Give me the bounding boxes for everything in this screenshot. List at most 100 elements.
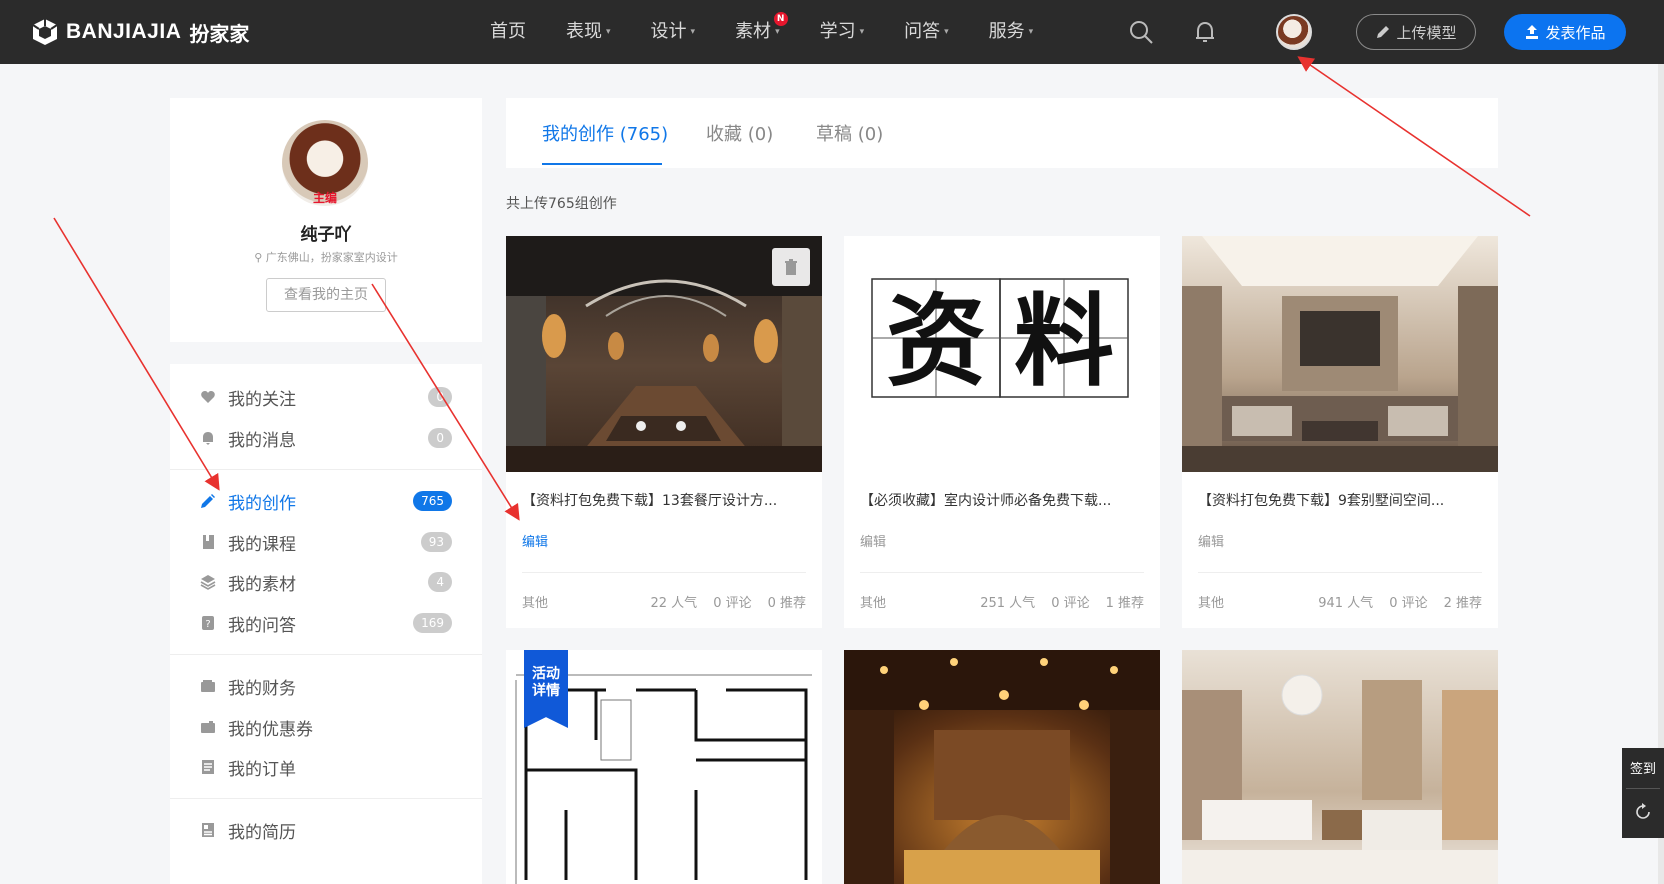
chevron-down-icon: ▾ bbox=[690, 27, 696, 37]
edit-link[interactable]: 编辑 bbox=[1198, 531, 1224, 550]
upload-icon bbox=[1526, 25, 1539, 39]
creation-card[interactable]: 【资料打包免费下载】9套别墅间空间... 编辑 其他 941 人气 0 评论 2… bbox=[1182, 236, 1498, 628]
pencil-icon bbox=[1377, 26, 1390, 38]
chevron-down-icon: ▾ bbox=[775, 27, 780, 37]
living-room-thumbnail[interactable] bbox=[1182, 650, 1498, 884]
svg-text:?: ? bbox=[205, 619, 210, 630]
chevron-down-icon: ▾ bbox=[1028, 27, 1034, 37]
logo-text-cn: 扮家家 bbox=[189, 21, 250, 46]
upload-model-button[interactable]: 上传模型 bbox=[1356, 14, 1476, 50]
card-stats: 其他 22 人气 0 评论 0 推荐 bbox=[522, 592, 806, 611]
card-divider bbox=[860, 572, 1144, 573]
card-category: 其他 bbox=[522, 596, 549, 611]
heart-icon bbox=[201, 391, 215, 403]
coupon-icon bbox=[201, 721, 215, 733]
tab-my-creations[interactable]: 我的创作 (765) bbox=[542, 120, 668, 146]
creation-card[interactable]: 活动 详情 bbox=[506, 650, 822, 884]
card-comments: 0 评论 bbox=[1051, 596, 1090, 611]
edit-link[interactable]: 编辑 bbox=[860, 531, 886, 550]
creation-card[interactable]: 资 料 【必须收藏】室内设计师必备免费下载... 编辑 其他 251 人气 0 … bbox=[844, 236, 1160, 628]
view-homepage-button[interactable]: 查看我的主页 bbox=[266, 278, 386, 312]
menu-divider bbox=[170, 798, 482, 799]
menu-count: 169 bbox=[413, 613, 452, 633]
user-location: ⚲ 广东佛山，扮家家室内设计 bbox=[254, 251, 398, 264]
floating-side-bar: 签到 bbox=[1622, 748, 1664, 838]
nav-material[interactable]: 素材 ▾ N bbox=[735, 0, 788, 64]
card-views: 941 人气 bbox=[1318, 596, 1374, 611]
menu-count: 0 bbox=[428, 387, 452, 407]
card-views: 251 人气 bbox=[980, 596, 1036, 611]
creation-card[interactable] bbox=[844, 650, 1160, 884]
site-logo[interactable]: BANJIAJIA 扮家家 bbox=[30, 16, 249, 48]
menu-item-follow[interactable]: 我的关注 0 bbox=[200, 382, 452, 412]
card-stats: 其他 251 人气 0 评论 1 推荐 bbox=[860, 592, 1144, 611]
check-in-button[interactable]: 签到 bbox=[1622, 758, 1664, 777]
card-title[interactable]: 【资料打包免费下载】13套餐厅设计方... bbox=[522, 490, 806, 510]
card-recommends: 2 推荐 bbox=[1443, 596, 1482, 611]
menu-item-materials[interactable]: 我的素材 4 bbox=[200, 567, 452, 597]
menu-divider bbox=[170, 654, 482, 655]
menu-item-coupons[interactable]: 我的优惠券 bbox=[200, 712, 452, 742]
refresh-icon[interactable] bbox=[1633, 802, 1653, 822]
bell-icon bbox=[203, 432, 213, 445]
book-icon bbox=[203, 535, 214, 549]
nav-home[interactable]: 首页 bbox=[490, 0, 526, 64]
role-badge: 主编 bbox=[312, 191, 337, 205]
materials-thumbnail[interactable]: 资 料 bbox=[844, 236, 1160, 472]
menu-item-messages[interactable]: 我的消息 0 bbox=[200, 423, 452, 453]
wallet-icon bbox=[201, 680, 215, 692]
nav-design[interactable]: 设计 ▾ bbox=[651, 0, 696, 64]
nav-service[interactable]: 服务 ▾ bbox=[989, 0, 1034, 64]
nav-learn[interactable]: 学习 ▾ bbox=[820, 0, 865, 64]
order-icon bbox=[202, 760, 214, 774]
nav-qa[interactable]: 问答 ▾ bbox=[904, 0, 949, 64]
menu-count: 0 bbox=[428, 428, 452, 448]
publish-work-button[interactable]: 发表作品 bbox=[1504, 14, 1626, 50]
menu-count: 93 bbox=[420, 532, 452, 552]
chevron-down-icon: ▾ bbox=[944, 27, 949, 37]
card-recommends: 1 推荐 bbox=[1105, 596, 1144, 611]
logo-cube-icon bbox=[32, 19, 58, 45]
card-stats: 其他 941 人气 0 评论 2 推荐 bbox=[1198, 592, 1482, 611]
menu-divider bbox=[170, 469, 482, 470]
card-title[interactable]: 【资料打包免费下载】9套别墅间空间... bbox=[1198, 490, 1482, 510]
logo-text: BANJIAJIA bbox=[66, 20, 182, 43]
nav-render[interactable]: 表现 ▾ bbox=[566, 0, 611, 64]
menu-count: 765 bbox=[413, 491, 452, 511]
delete-button[interactable] bbox=[772, 248, 810, 286]
creation-card[interactable]: 【资料打包免费下载】13套餐厅设计方... 编辑 其他 22 人气 0 评论 0… bbox=[506, 236, 822, 628]
menu-item-qa[interactable]: ? 我的问答 169 bbox=[200, 608, 452, 638]
menu-item-resume[interactable]: 我的简历 bbox=[200, 815, 452, 845]
layers-icon bbox=[200, 575, 216, 590]
card-title[interactable]: 【必须收藏】室内设计师必备免费下载... bbox=[860, 490, 1144, 510]
resume-icon bbox=[202, 823, 214, 837]
card-divider bbox=[522, 572, 806, 573]
menu-item-courses[interactable]: 我的课程 93 bbox=[200, 527, 452, 557]
tab-drafts[interactable]: 草稿 (0) bbox=[816, 120, 883, 146]
main-nav: 首页 表现 ▾ 设计 ▾ 素材 ▾ N 学习 ▾ 问答 ▾ 服务 ▾ bbox=[490, 0, 1073, 64]
menu-count: 4 bbox=[428, 572, 452, 592]
user-avatar[interactable] bbox=[1276, 14, 1312, 50]
side-menu: 我的关注 0 我的消息 0 我的创作 765 我的课程 93 我的素材 4 ? … bbox=[170, 364, 482, 884]
menu-item-creations[interactable]: 我的创作 765 bbox=[200, 486, 452, 516]
event-details-ribbon[interactable]: 活动 详情 bbox=[524, 650, 568, 728]
ktv-thumbnail[interactable] bbox=[844, 650, 1160, 884]
villa-thumbnail[interactable] bbox=[1182, 236, 1498, 472]
card-divider bbox=[1198, 572, 1482, 573]
menu-item-orders[interactable]: 我的订单 bbox=[200, 752, 452, 782]
chevron-down-icon: ▾ bbox=[859, 27, 865, 37]
chevron-down-icon: ▾ bbox=[606, 27, 611, 37]
creation-card[interactable] bbox=[1182, 650, 1498, 884]
bell-icon[interactable] bbox=[1192, 19, 1218, 45]
menu-item-finance[interactable]: 我的财务 bbox=[200, 671, 452, 701]
tab-favorites[interactable]: 收藏 (0) bbox=[706, 120, 773, 146]
profile-card: 主编 纯子吖 ⚲ 广东佛山，扮家家室内设计 查看我的主页 bbox=[170, 98, 482, 342]
search-icon[interactable] bbox=[1128, 19, 1154, 45]
question-icon: ? bbox=[202, 616, 214, 630]
edit-link[interactable]: 编辑 bbox=[522, 531, 548, 550]
card-views: 22 人气 bbox=[650, 596, 698, 611]
active-tab-indicator bbox=[542, 163, 662, 165]
thumb-char: 料 bbox=[1014, 282, 1114, 400]
card-category: 其他 bbox=[860, 596, 887, 611]
new-badge: N bbox=[773, 12, 788, 26]
